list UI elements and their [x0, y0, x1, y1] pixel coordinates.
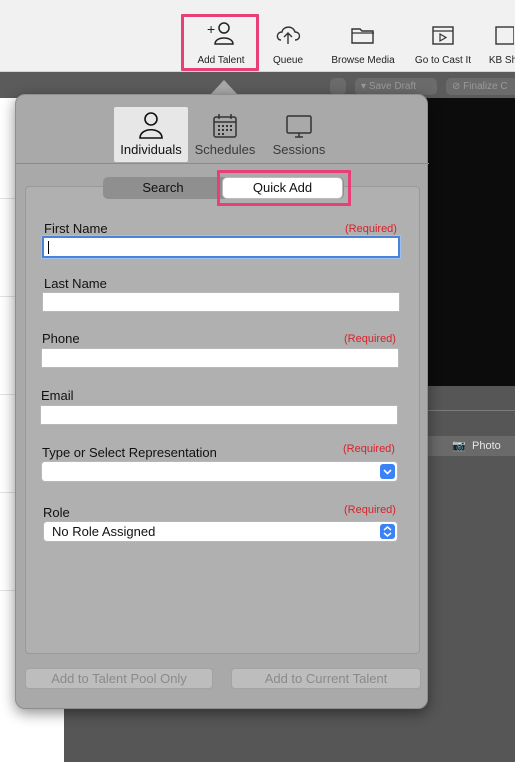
save-draft-button[interactable]: ▾ Save Draft	[355, 78, 437, 95]
tab-schedules[interactable]: Schedules	[188, 107, 262, 162]
save-draft-label: Save Draft	[368, 81, 417, 92]
quick-add-highlight	[217, 170, 351, 206]
role-label: Role	[43, 505, 70, 520]
tab-sessions-label: Sessions	[272, 142, 326, 157]
phone-required: (Required)	[344, 333, 396, 345]
finalize-button[interactable]: ⊘ Finalize C	[446, 78, 515, 95]
role-value: No Role Assigned	[52, 524, 156, 539]
calendar-icon	[213, 114, 237, 138]
add-talent-popover: Individuals Schedules Sessions Search Qu…	[15, 94, 429, 709]
kb-icon	[495, 26, 514, 45]
email-label: Email	[41, 388, 74, 403]
phone-field[interactable]	[41, 348, 399, 368]
video-preview	[425, 98, 515, 386]
trash-icon[interactable]	[330, 78, 346, 95]
up-down-chevron-icon[interactable]	[380, 524, 395, 539]
toolbar: + Add Talent Queue Browse Media Go to Ca…	[0, 0, 515, 72]
queue-label: Queue	[272, 55, 304, 66]
last-name-label: Last Name	[44, 276, 107, 291]
go-to-cast-it-button[interactable]: Go to Cast It	[410, 16, 476, 70]
add-to-talent-pool-button[interactable]: Add to Talent Pool Only	[25, 668, 213, 689]
camera-icon: 📷	[452, 440, 466, 452]
kb-label: KB Sh	[488, 55, 515, 66]
segment-search[interactable]: Search	[103, 177, 223, 199]
chevron-down-icon[interactable]	[380, 464, 395, 479]
first-name-label: First Name	[44, 221, 108, 236]
folder-icon	[351, 28, 374, 44]
representation-label: Type or Select Representation	[42, 445, 217, 460]
popover-arrow	[210, 80, 238, 95]
phone-label: Phone	[42, 331, 80, 346]
queue-button[interactable]: Queue	[266, 16, 310, 70]
tab-schedules-label: Schedules	[194, 142, 256, 157]
finalize-label: Finalize C	[463, 81, 508, 92]
clapper-icon	[432, 26, 454, 45]
role-select[interactable]: No Role Assigned	[43, 521, 398, 542]
tab-individuals-label: Individuals	[120, 142, 182, 157]
tab-divider	[16, 163, 429, 164]
text-caret	[48, 241, 49, 254]
last-name-field[interactable]	[42, 292, 400, 312]
tab-individuals[interactable]: Individuals	[114, 107, 188, 162]
email-field[interactable]	[40, 405, 398, 425]
browse-media-label: Browse Media	[331, 55, 395, 66]
add-talent-highlight	[181, 14, 259, 71]
monitor-icon	[286, 115, 312, 138]
browse-media-button[interactable]: Browse Media	[326, 16, 400, 70]
photo-label: Photo	[472, 440, 501, 452]
kb-button[interactable]: KB Sh	[488, 16, 515, 70]
add-to-current-talent-button[interactable]: Add to Current Talent	[231, 668, 421, 689]
tab-sessions[interactable]: Sessions	[262, 107, 336, 162]
go-to-cast-it-label: Go to Cast It	[414, 55, 472, 66]
cloud-upload-icon	[276, 26, 301, 44]
representation-required: (Required)	[343, 443, 395, 455]
divider	[425, 410, 515, 411]
first-name-required: (Required)	[345, 223, 397, 235]
person-icon	[139, 112, 163, 139]
first-name-field[interactable]	[42, 236, 400, 258]
representation-select[interactable]	[41, 461, 398, 482]
photo-button[interactable]: 📷 Photo	[420, 436, 515, 456]
role-required: (Required)	[344, 504, 396, 516]
